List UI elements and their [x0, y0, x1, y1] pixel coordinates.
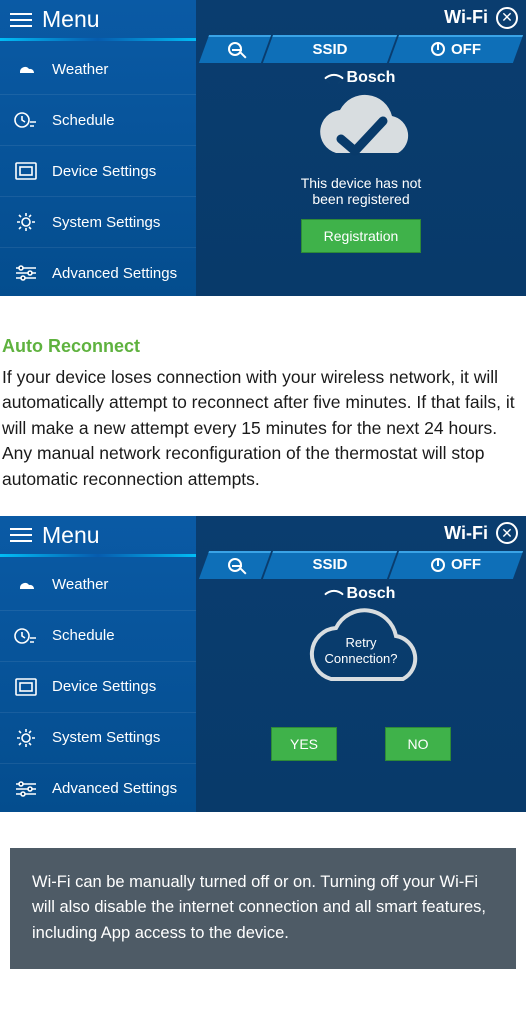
weather-icon: [12, 573, 40, 597]
system-icon: [12, 726, 40, 750]
tab-label: SSID: [312, 41, 347, 58]
wifi-arc-icon: [324, 584, 344, 604]
menu-items: Weather Schedule Device Settings System …: [0, 44, 196, 299]
sidebar-item-label: Advanced Settings: [52, 780, 177, 797]
toolbar: SSID OFF: [204, 35, 518, 63]
retry-line-1: Retry: [325, 635, 398, 651]
main-header: Wi-Fi ✕: [196, 0, 526, 35]
yes-no-buttons: YES NO: [271, 727, 451, 761]
tab-ssid[interactable]: SSID: [268, 551, 392, 579]
tab-label: OFF: [451, 41, 481, 58]
sidebar-item-label: Schedule: [52, 627, 115, 644]
no-button[interactable]: NO: [385, 727, 451, 761]
cloud-retry-icon: Retry Connection?: [291, 607, 431, 695]
schedule-icon: [12, 108, 40, 132]
doc-heading: Auto Reconnect: [2, 336, 524, 357]
sidebar: Menu Weather Schedule Device Settings: [0, 516, 196, 812]
tab-power-off[interactable]: OFF: [394, 35, 518, 63]
menu-header[interactable]: Menu: [0, 516, 196, 560]
main-panel: Wi-Fi ✕ SSID OFF Bosch This device has: [196, 0, 526, 296]
sidebar-item-advanced-settings[interactable]: Advanced Settings: [0, 248, 196, 299]
retry-label: Retry Connection?: [325, 635, 398, 666]
status-text: This device has not been registered: [301, 175, 422, 207]
advanced-icon: [12, 261, 40, 285]
device-icon: [12, 675, 40, 699]
yes-button[interactable]: YES: [271, 727, 337, 761]
sidebar-item-schedule[interactable]: Schedule: [0, 95, 196, 146]
tab-power-off[interactable]: OFF: [394, 551, 518, 579]
menu-label: Menu: [42, 6, 100, 33]
status-line-2: been registered: [301, 191, 422, 207]
close-icon[interactable]: ✕: [496, 7, 518, 29]
tab-label: SSID: [312, 556, 347, 573]
sidebar-item-system-settings[interactable]: System Settings: [0, 713, 196, 764]
registration-button[interactable]: Registration: [301, 219, 422, 253]
cloud-check-icon: [301, 91, 421, 169]
main-header: Wi-Fi ✕: [196, 516, 526, 551]
weather-icon: [12, 57, 40, 81]
toolbar: SSID OFF: [204, 551, 518, 579]
sidebar-item-label: Schedule: [52, 112, 115, 129]
sidebar: Menu Weather Schedule Device Settings: [0, 0, 196, 296]
schedule-icon: [12, 624, 40, 648]
main-body: Bosch This device has not been registere…: [196, 63, 526, 296]
wifi-arc-icon: [324, 68, 344, 88]
brand-logo: Bosch: [327, 585, 396, 603]
sidebar-item-weather[interactable]: Weather: [0, 560, 196, 611]
page-title: Wi-Fi: [444, 7, 488, 28]
tab-search[interactable]: [204, 551, 266, 579]
power-icon: [431, 42, 445, 56]
sidebar-item-advanced-settings[interactable]: Advanced Settings: [0, 764, 196, 815]
menu-label: Menu: [42, 522, 100, 549]
sidebar-item-label: Device Settings: [52, 163, 156, 180]
brand-text: Bosch: [347, 585, 396, 603]
sidebar-item-label: Weather: [52, 61, 108, 78]
main-body: Bosch Retry Connection? YES NO: [196, 579, 526, 812]
retry-line-2: Connection?: [325, 651, 398, 667]
device-screenshot-1: Menu Weather Schedule Device Settings: [0, 0, 526, 296]
page-title: Wi-Fi: [444, 523, 488, 544]
device-screenshot-2: Menu Weather Schedule Device Settings: [0, 516, 526, 812]
menu-items: Weather Schedule Device Settings System …: [0, 560, 196, 815]
device-icon: [12, 159, 40, 183]
sidebar-item-weather[interactable]: Weather: [0, 44, 196, 95]
advanced-icon: [12, 777, 40, 801]
note-box: Wi-Fi can be manually turned off or on. …: [10, 848, 516, 969]
sidebar-item-label: Weather: [52, 576, 108, 593]
close-icon[interactable]: ✕: [496, 522, 518, 544]
sidebar-item-device-settings[interactable]: Device Settings: [0, 662, 196, 713]
sidebar-item-label: Device Settings: [52, 678, 156, 695]
menu-header[interactable]: Menu: [0, 0, 196, 44]
status-line-1: This device has not: [301, 175, 422, 191]
system-icon: [12, 210, 40, 234]
sidebar-item-label: Advanced Settings: [52, 265, 177, 282]
tab-ssid[interactable]: SSID: [268, 35, 392, 63]
hamburger-icon: [10, 528, 32, 542]
sidebar-item-label: System Settings: [52, 214, 160, 231]
search-icon: [228, 42, 242, 56]
tab-label: OFF: [451, 556, 481, 573]
brand-text: Bosch: [347, 69, 396, 87]
hamburger-icon: [10, 13, 32, 27]
sidebar-item-label: System Settings: [52, 729, 160, 746]
power-icon: [431, 558, 445, 572]
sidebar-item-device-settings[interactable]: Device Settings: [0, 146, 196, 197]
sidebar-item-system-settings[interactable]: System Settings: [0, 197, 196, 248]
search-icon: [228, 558, 242, 572]
doc-section: Auto Reconnect If your device loses conn…: [0, 296, 526, 516]
sidebar-item-schedule[interactable]: Schedule: [0, 611, 196, 662]
main-panel: Wi-Fi ✕ SSID OFF Bosch Retry: [196, 516, 526, 812]
tab-search[interactable]: [204, 35, 266, 63]
doc-paragraph: If your device loses connection with you…: [2, 365, 524, 492]
brand-logo: Bosch: [327, 69, 396, 87]
